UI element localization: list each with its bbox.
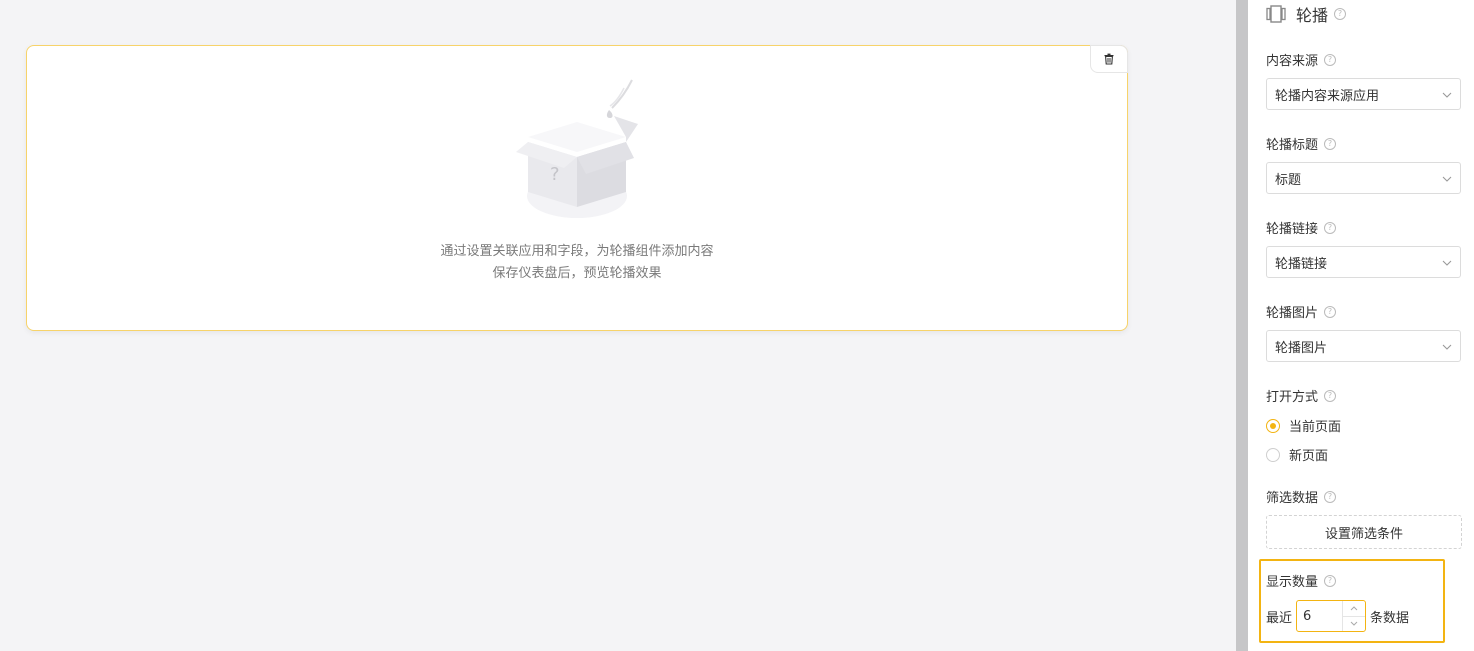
set-filter-button[interactable]: 设置筛选条件 xyxy=(1266,515,1462,549)
carousel-title-select[interactable]: 标题 xyxy=(1266,162,1461,194)
empty-hint-line-2: 保存仪表盘后，预览轮播效果 xyxy=(492,266,662,281)
content-source-select[interactable]: 轮播内容来源应用 xyxy=(1266,78,1461,110)
radio-label-new-page: 新页面 xyxy=(1289,449,1329,464)
properties-panel: 轮播 ? 内容来源 ? 轮播内容来源应用 轮播标题 ? 标题 轮播链接 ? 轮播… xyxy=(1248,0,1474,651)
content-source-label: 内容来源 ? xyxy=(1266,50,1337,69)
help-icon[interactable]: ? xyxy=(1324,389,1337,402)
carousel-link-label: 轮播链接 ? xyxy=(1266,218,1337,237)
help-icon[interactable]: ? xyxy=(1324,305,1337,318)
content-source-label-text: 内容来源 xyxy=(1266,54,1319,69)
carousel-image-label-text: 轮播图片 xyxy=(1266,306,1319,321)
trash-icon xyxy=(1103,50,1115,69)
svg-text:?: ? xyxy=(550,164,560,185)
help-icon[interactable]: ? xyxy=(1324,137,1337,150)
help-icon[interactable]: ? xyxy=(1334,8,1347,20)
carousel-title-label: 轮播标题 ? xyxy=(1266,134,1337,153)
open-mode-label: 打开方式 ? xyxy=(1266,386,1337,405)
carousel-link-value: 轮播链接 xyxy=(1275,256,1328,272)
panel-title-text: 轮播 xyxy=(1296,6,1329,25)
radio-checked[interactable] xyxy=(1266,418,1280,433)
carousel-image-label: 轮播图片 ? xyxy=(1266,302,1337,321)
open-mode-new-page-radio[interactable]: 新页面 xyxy=(1266,445,1328,464)
carousel-widget-card[interactable]: ? 通过设置关联应用和字段，为轮播组件添加内容 保存仪表盘后，预览轮播效果 xyxy=(26,45,1128,331)
open-mode-label-text: 打开方式 xyxy=(1266,390,1319,405)
carousel-link-select[interactable]: 轮播链接 xyxy=(1266,246,1461,278)
empty-box-illustration: ? xyxy=(514,78,640,222)
help-icon[interactable]: ? xyxy=(1324,490,1337,503)
carousel-title-value: 标题 xyxy=(1275,172,1302,188)
filter-label: 筛选数据 ? xyxy=(1266,487,1337,506)
open-mode-current-page-radio[interactable]: 当前页面 xyxy=(1266,416,1341,435)
help-icon[interactable]: ? xyxy=(1324,221,1337,234)
carousel-icon xyxy=(1266,5,1286,23)
carousel-title-label-text: 轮播标题 xyxy=(1266,138,1319,153)
panel-title: 轮播 ? xyxy=(1266,2,1347,26)
help-icon[interactable]: ? xyxy=(1324,53,1337,66)
radio-label-current-page: 当前页面 xyxy=(1289,420,1342,435)
panel-splitter[interactable] xyxy=(1236,0,1248,651)
chevron-down-icon xyxy=(1442,257,1452,272)
empty-hint-line-1: 通过设置关联应用和字段，为轮播组件添加内容 xyxy=(440,244,714,259)
carousel-link-label-text: 轮播链接 xyxy=(1266,222,1319,237)
display-count-highlight xyxy=(1259,559,1445,643)
chevron-down-icon xyxy=(1442,173,1452,188)
chevron-down-icon xyxy=(1442,89,1452,104)
carousel-image-value: 轮播图片 xyxy=(1275,340,1328,356)
chevron-down-icon xyxy=(1442,341,1452,356)
content-source-value: 轮播内容来源应用 xyxy=(1275,88,1380,104)
filter-label-text: 筛选数据 xyxy=(1266,491,1319,506)
delete-widget-button[interactable] xyxy=(1090,45,1128,73)
carousel-image-select[interactable]: 轮播图片 xyxy=(1266,330,1461,362)
radio-unchecked[interactable] xyxy=(1266,447,1280,462)
